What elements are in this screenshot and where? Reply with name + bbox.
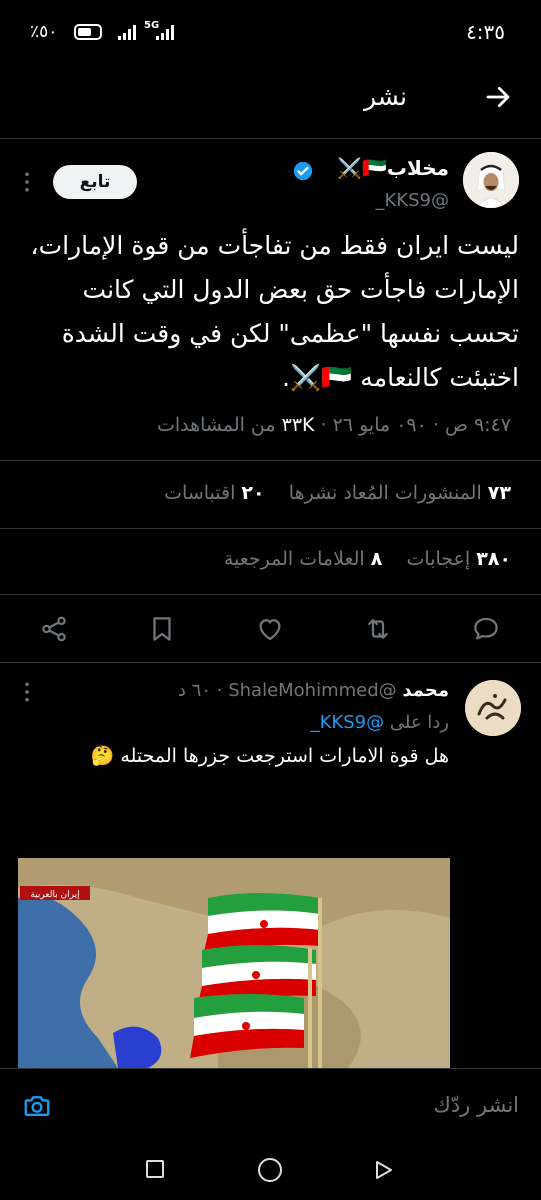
more-options-icon[interactable] (24, 172, 30, 192)
reposts-label: المنشورات المُعاد نشرها (288, 482, 482, 504)
post-text: ليست ايران فقط من تفاجأت من قوة الإمارات… (19, 224, 519, 400)
media-logo: إيران بالعربية (30, 890, 79, 900)
divider (0, 138, 541, 139)
post-time: ٩:٤٧ ص (444, 414, 511, 436)
back-button-icon[interactable] (374, 1160, 394, 1180)
likes-count: ٣٨٠ (476, 548, 511, 570)
reply-avatar[interactable] (465, 680, 521, 736)
bookmarks-label: العلامات المرجعية (223, 548, 365, 570)
author-handle[interactable]: _KKS9@ (376, 190, 450, 211)
reposts-stat[interactable]: ٧٣ المنشورات المُعاد نشرها (289, 482, 511, 504)
quotes-label: اقتباسات (164, 482, 236, 504)
reply-author-row: محمد @ShaleMohimmed · ٦٠ د (177, 680, 449, 701)
home-button[interactable] (258, 1158, 282, 1182)
system-nav-bar (0, 1142, 541, 1200)
replying-prefix: ردا على (389, 712, 449, 733)
reply-more-options-icon[interactable] (24, 682, 30, 702)
views-count: ٣٣K (281, 414, 315, 436)
arrow-right-icon[interactable] (483, 82, 513, 112)
status-time: ٤:٣٥ (466, 20, 505, 44)
quotes-stat[interactable]: ٢٠ اقتباسات (164, 482, 264, 504)
post-text-line: الإمارات فاجأت حق بعض الدول التي كانت (82, 275, 519, 304)
reply-media-image[interactable]: إيران بالعربية (18, 858, 450, 1068)
bookmarks-stat[interactable]: ٨ العلامات المرجعية (224, 548, 383, 570)
like-stats: ٣٨٠ إعجابات ٨ العلامات المرجعية (224, 548, 511, 570)
post-text-line: تحسب نفسها "عظمى" لكن في وقت الشدة (61, 319, 519, 348)
camera-icon[interactable] (22, 1091, 52, 1121)
post-text-line: اختبئت كالنعامه 🇦🇪⚔️. (282, 363, 519, 392)
recents-button[interactable] (146, 1160, 164, 1178)
author-handle-text: _KKS9@ (375, 190, 450, 211)
reply-author-name[interactable]: محمد (402, 680, 449, 701)
page-title: نشر (363, 82, 407, 111)
quotes-count: ٢٠ (241, 482, 265, 504)
divider (0, 528, 541, 529)
signal-icon-2 (156, 24, 176, 40)
signal-icon (118, 24, 138, 40)
reply-author-handle[interactable]: @ShaleMohimmed (228, 680, 396, 701)
views-label: من المشاهدات (156, 414, 276, 436)
reply-icon[interactable] (471, 614, 501, 644)
reply-input[interactable]: انشر ردّك (434, 1093, 519, 1117)
post-meta: ٩:٤٧ ص · ٠٩٠ مايو ٢٦ · ٣٣K من المشاهدات (156, 414, 511, 436)
repost-stats: ٧٣ المنشورات المُعاد نشرها ٢٠ اقتباسات (164, 482, 511, 504)
battery-icon (74, 24, 102, 40)
follow-button[interactable]: تابع (53, 165, 137, 199)
likes-label: إعجابات (406, 548, 471, 570)
replying-to: ردا على @KKS9_ (311, 712, 449, 733)
divider (0, 460, 541, 461)
reposts-count: ٧٣ (487, 482, 511, 504)
author-name[interactable]: مخلاب🇦🇪⚔️ (337, 156, 449, 180)
post-date: ٠٩٠ مايو ٢٦ (332, 414, 427, 436)
reply-compose-bar: انشر ردّك (0, 1068, 541, 1143)
reply-time: ٦٠ د (177, 680, 211, 701)
replying-to-link[interactable]: @KKS9_ (311, 712, 385, 733)
status-bar: ٤:٣٥ ٪٥٠ 5G (0, 0, 541, 60)
divider (0, 594, 541, 595)
battery-percent: ٪٥٠ (30, 22, 58, 42)
top-bar: نشر (0, 66, 541, 132)
bookmarks-count: ٨ (370, 548, 383, 570)
author-avatar[interactable] (463, 152, 519, 208)
post-text-line: ليست ايران فقط من تفاجأت من قوة الإمارات… (30, 231, 519, 260)
bookmark-icon[interactable] (147, 614, 177, 644)
divider (0, 662, 541, 663)
verified-badge-icon (293, 161, 313, 181)
reply-text: هل قوة الامارات استرجعت جزرها المحتله 🤔 (90, 745, 449, 767)
repost-icon[interactable] (363, 614, 393, 644)
like-icon[interactable] (255, 614, 285, 644)
share-icon[interactable] (39, 614, 69, 644)
iran-flag-1 (204, 893, 320, 952)
likes-stat[interactable]: ٣٨٠ إعجابات (407, 548, 511, 570)
